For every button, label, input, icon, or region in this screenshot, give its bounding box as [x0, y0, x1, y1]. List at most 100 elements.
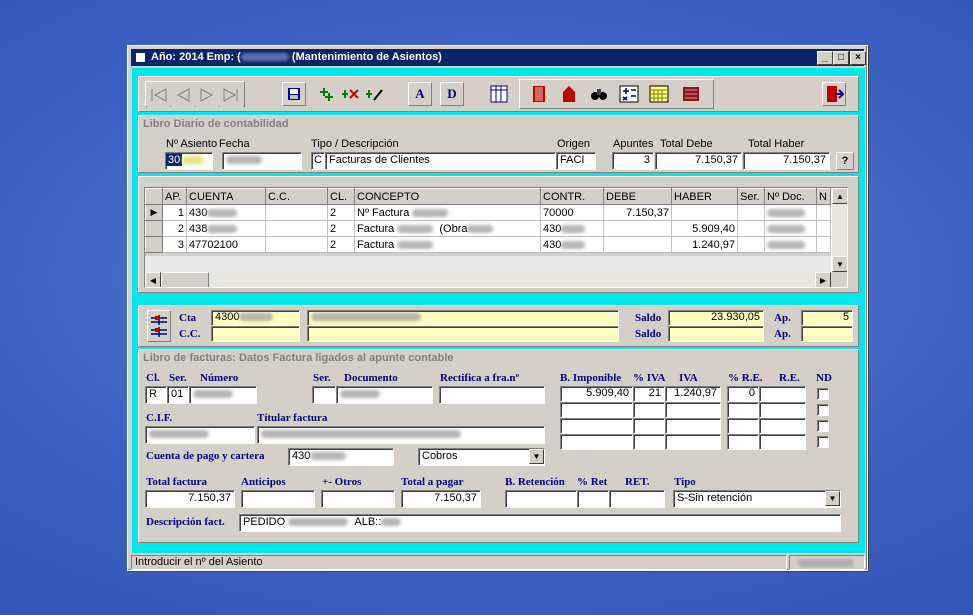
apply-credit-icon[interactable]: D [440, 82, 464, 106]
tipo-code-input[interactable]: C [311, 152, 325, 170]
cell-ser[interactable] [737, 236, 765, 253]
total-debe-input[interactable]: 7.150,37 [655, 152, 742, 170]
cell-cuenta[interactable]: 438 [186, 220, 266, 237]
scroll-thumb[interactable] [161, 272, 209, 287]
binoculars-icon[interactable] [587, 82, 611, 106]
cl-input[interactable]: R [145, 386, 167, 404]
scroll-left-icon[interactable]: ◀ [145, 272, 161, 287]
documento-input[interactable] [336, 386, 433, 404]
cell-ser[interactable] [737, 220, 765, 237]
cell-cl[interactable]: 2 [327, 220, 355, 237]
scroll-up-icon[interactable]: ▲ [832, 188, 847, 204]
prev-record-icon[interactable] [171, 83, 195, 107]
cell-n[interactable] [816, 204, 831, 221]
iva-cell[interactable] [727, 402, 759, 418]
apply-debit-icon[interactable]: A [408, 82, 432, 106]
iva-cell[interactable] [665, 402, 721, 418]
total-haber-input[interactable]: 7.150,37 [743, 152, 830, 170]
cell-debe[interactable]: 7.150,37 [603, 204, 672, 221]
total-pagar-input[interactable]: 7.150,37 [401, 490, 481, 508]
cell-cc[interactable] [265, 204, 328, 221]
cell-n[interactable] [816, 220, 831, 237]
cell-debe[interactable] [603, 220, 672, 237]
numero-input[interactable] [189, 386, 257, 404]
cell-ndoc[interactable] [764, 220, 817, 237]
last-record-icon[interactable] [219, 83, 243, 107]
cc-name-input[interactable] [307, 326, 619, 342]
cell-ap[interactable]: 3 [162, 236, 187, 253]
iva-cell[interactable] [633, 418, 665, 434]
table-row[interactable]: ▶ 1 430 2 Nº Factura 70000 7.150,37 [145, 204, 831, 221]
cta-name-input[interactable] [307, 310, 619, 326]
calculator-icon[interactable] [617, 82, 641, 106]
cell-haber[interactable]: 1.240,97 [671, 236, 738, 253]
cobros-dropdown-icon[interactable]: ▼ [529, 449, 544, 464]
cell-concepto[interactable]: Nº Factura [354, 204, 541, 221]
cell-ser[interactable] [737, 204, 765, 221]
next-record-icon[interactable] [195, 83, 219, 107]
col-contr[interactable]: CONTR. [540, 188, 604, 205]
col-ser[interactable]: Ser. [737, 188, 765, 205]
tipo-dropdown-icon[interactable]: ▼ [825, 491, 840, 506]
cell-cl[interactable]: 2 [327, 236, 355, 253]
cc-input[interactable] [211, 326, 300, 342]
saldo-cc-input[interactable] [668, 326, 764, 342]
cell-ap[interactable]: 1 [162, 204, 187, 221]
apuntes-input[interactable]: 3 [612, 152, 654, 170]
cell-ndoc[interactable] [764, 204, 817, 221]
cell-cuenta[interactable]: 430 [186, 204, 266, 221]
table-row[interactable]: 3 47702100 2 Factura 430 1.240,97 [145, 236, 831, 253]
vertical-scrollbar[interactable]: ▲ ▼ [831, 188, 847, 272]
iva-cell[interactable]: 21 [633, 386, 665, 402]
iva-cell[interactable] [633, 402, 665, 418]
tipo-desc-input[interactable]: Facturas de Clientes [325, 152, 556, 170]
minimize-button[interactable]: _ [817, 50, 833, 65]
cell-cuenta[interactable]: 47702100 [186, 236, 266, 253]
b-retencion-input[interactable] [505, 490, 577, 508]
iva-cell[interactable] [727, 418, 759, 434]
title-bar[interactable]: Año: 2014 Emp: ( (Mantenimiento de Asien… [131, 49, 866, 66]
exit-icon[interactable] [822, 82, 846, 106]
first-record-icon[interactable] [147, 83, 171, 107]
cell-haber[interactable] [671, 204, 738, 221]
iva-cell[interactable] [560, 418, 633, 434]
iva-cell[interactable]: 0 [727, 386, 759, 402]
col-ndoc[interactable]: Nº Doc. [764, 188, 817, 205]
bookmark-icon[interactable] [557, 82, 581, 106]
cell-cl[interactable]: 2 [327, 204, 355, 221]
iva-cell[interactable] [633, 434, 665, 450]
col-concepto[interactable]: CONCEPTO [354, 188, 541, 205]
cuenta-pago-input[interactable]: 430 [288, 448, 394, 466]
columns-icon[interactable] [487, 82, 511, 106]
saldo-cta-input[interactable]: 23.930,05 [668, 310, 764, 326]
save-icon[interactable] [282, 82, 306, 106]
maximize-button[interactable]: □ [833, 50, 849, 65]
iva-cell[interactable]: 5.909,40 [560, 386, 633, 402]
col-n[interactable]: N [816, 188, 831, 205]
cell-contr[interactable]: 430 [540, 236, 604, 253]
row-indicator[interactable] [145, 220, 163, 237]
ap-cc-input[interactable] [801, 326, 853, 342]
nd-checkbox[interactable] [817, 420, 829, 432]
add-line-icon[interactable] [315, 82, 339, 106]
nd-checkbox[interactable] [817, 436, 829, 448]
cobros-select[interactable]: Cobros ▼ [418, 448, 545, 466]
iva-cell[interactable] [560, 434, 633, 450]
col-haber[interactable]: HABER [671, 188, 738, 205]
iva-cell[interactable] [759, 434, 806, 450]
ap-cta-input[interactable]: 5 [801, 310, 853, 326]
scroll-down-icon[interactable]: ▼ [832, 256, 847, 272]
otros-input[interactable] [321, 490, 395, 508]
scroll-right-icon[interactable]: ▶ [815, 272, 831, 287]
cell-cc[interactable] [265, 220, 328, 237]
row-indicator[interactable]: ▶ [145, 204, 163, 221]
book-icon[interactable] [527, 82, 551, 106]
total-factura-input[interactable]: 7.150,37 [145, 490, 235, 508]
descripcion-input[interactable]: PEDIDO ALB:: [239, 514, 841, 532]
cell-concepto[interactable]: Factura [354, 236, 541, 253]
iva-cell[interactable] [665, 418, 721, 434]
iva-cell[interactable] [665, 434, 721, 450]
cif-input[interactable] [145, 426, 255, 444]
cell-contr[interactable]: 70000 [540, 204, 604, 221]
help-button[interactable]: ? [836, 152, 854, 170]
